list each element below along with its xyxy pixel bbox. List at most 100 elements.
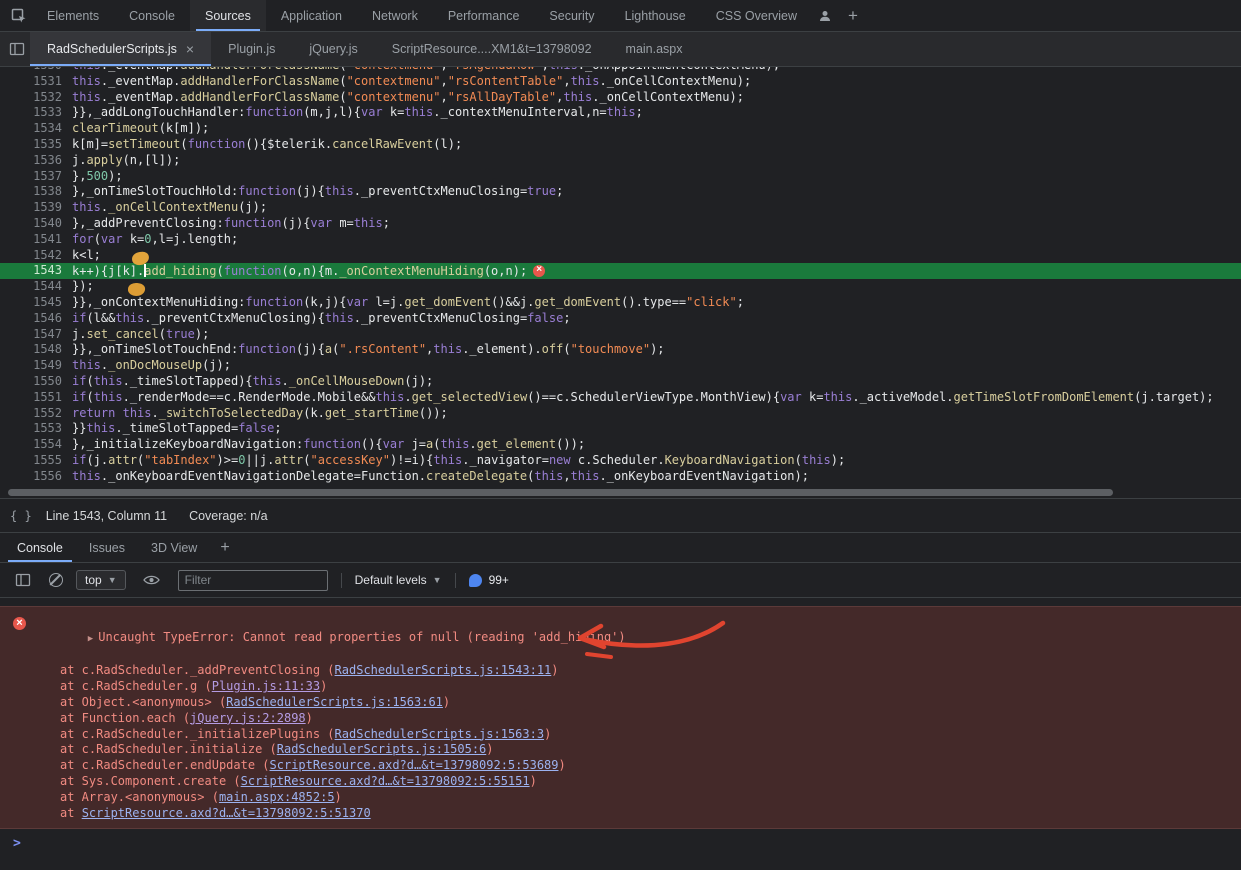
code-line[interactable]: 1543k++){j[k].add_hiding(function(o,n){m… (0, 263, 1241, 279)
error-marker-icon[interactable] (533, 265, 545, 277)
file-tab-scriptresource-xm1-t-13798092[interactable]: ScriptResource....XM1&t=13798092 (375, 32, 609, 66)
inspect-icon[interactable] (6, 0, 32, 31)
line-number[interactable]: 1541 (0, 232, 72, 248)
code-line[interactable]: 1549this._onDocMouseUp(j); (0, 358, 1241, 374)
line-number[interactable]: 1549 (0, 358, 72, 374)
file-tab-radschedulerscripts-js[interactable]: RadSchedulerScripts.js× (30, 32, 211, 66)
main-tab-console[interactable]: Console (114, 0, 190, 31)
line-number[interactable]: 1556 (0, 469, 72, 485)
code-line[interactable]: 1533}},_addLongTouchHandler:function(m,j… (0, 105, 1241, 121)
code-line[interactable]: 1532this._eventMap.addHandlerForClassNam… (0, 90, 1241, 106)
code-line[interactable]: 1540},_addPreventClosing:function(j){var… (0, 216, 1241, 232)
issues-icon[interactable] (469, 574, 482, 587)
line-number[interactable]: 1553 (0, 421, 72, 437)
code-line[interactable]: 1530this._eventMap.addHandlerForClassNam… (0, 67, 1241, 74)
source-location-link[interactable]: RadSchedulerScripts.js:1543:11 (335, 663, 552, 677)
close-icon[interactable]: × (186, 42, 194, 56)
line-number[interactable]: 1550 (0, 374, 72, 390)
filter-input[interactable] (178, 570, 328, 591)
main-tab-sources[interactable]: Sources (190, 0, 266, 31)
main-tab-elements[interactable]: Elements (32, 0, 114, 31)
line-number[interactable]: 1540 (0, 216, 72, 232)
source-location-link[interactable]: jQuery.js:2:2898 (190, 711, 306, 725)
code-line[interactable]: 1537},500); (0, 169, 1241, 185)
line-number[interactable]: 1534 (0, 121, 72, 137)
clear-console-icon[interactable] (49, 573, 63, 587)
code-line[interactable]: 1535k[m]=setTimeout(function(){$telerik.… (0, 137, 1241, 153)
source-location-link[interactable]: ScriptResource.axd?d…&t=13798092:5:51370 (82, 806, 371, 820)
code-line[interactable]: 1539this._onCellContextMenu(j); (0, 200, 1241, 216)
code-editor[interactable]: 1530this._eventMap.addHandlerForClassNam… (0, 67, 1241, 487)
source-location-link[interactable]: RadSchedulerScripts.js:1563:61 (226, 695, 443, 709)
disclosure-triangle-icon[interactable]: ▶ (88, 634, 93, 644)
code-line[interactable]: 1555if(j.attr("tabIndex")>=0||j.attr("ac… (0, 453, 1241, 469)
main-tab-security[interactable]: Security (534, 0, 609, 31)
main-tab-css-overview[interactable]: CSS Overview (701, 0, 812, 31)
code-line[interactable]: 1536j.apply(n,[l]); (0, 153, 1241, 169)
file-tab-plugin-js[interactable]: Plugin.js (211, 32, 292, 66)
code-line[interactable]: 1552return this._switchToSelectedDay(k.g… (0, 406, 1241, 422)
user-icon[interactable] (812, 0, 838, 31)
horizontal-scrollbar[interactable] (0, 487, 1241, 498)
issues-count[interactable]: 99+ (489, 573, 509, 587)
drawer-tab-issues[interactable]: Issues (76, 533, 138, 562)
code-line[interactable]: 1546if(l&&this._preventCtxMenuClosing){t… (0, 311, 1241, 327)
log-levels-dropdown[interactable]: Default levels ▼ (355, 573, 442, 587)
line-number[interactable]: 1548 (0, 342, 72, 358)
live-expression-icon[interactable] (139, 574, 165, 586)
console-error-message[interactable]: ▶Uncaught TypeError: Cannot read propert… (0, 606, 1241, 829)
code-line[interactable]: 1554},_initializeKeyboardNavigation:func… (0, 437, 1241, 453)
line-number[interactable]: 1542 (0, 248, 72, 264)
line-number[interactable]: 1539 (0, 200, 72, 216)
source-location-link[interactable]: Plugin.js:11:33 (212, 679, 320, 693)
context-selector[interactable]: top ▼ (76, 570, 126, 590)
line-number[interactable]: 1555 (0, 453, 72, 469)
line-number[interactable]: 1537 (0, 169, 72, 185)
scrollbar-thumb[interactable] (8, 489, 1113, 496)
line-number[interactable]: 1536 (0, 153, 72, 169)
more-panels-button[interactable]: + (838, 0, 868, 31)
line-number[interactable]: 1538 (0, 184, 72, 200)
line-number[interactable]: 1554 (0, 437, 72, 453)
file-tab-main-aspx[interactable]: main.aspx (609, 32, 700, 66)
navigator-panel-icon[interactable] (4, 32, 30, 66)
line-number[interactable]: 1544 (0, 279, 72, 295)
line-number[interactable]: 1545 (0, 295, 72, 311)
code-line[interactable]: 1553}}this._timeSlotTapped=false; (0, 421, 1241, 437)
console-sidebar-icon[interactable] (10, 572, 36, 588)
source-location-link[interactable]: ScriptResource.axd?d…&t=13798092:5:53689 (270, 758, 559, 772)
code-line[interactable]: 1551if(this._renderMode==c.RenderMode.Mo… (0, 390, 1241, 406)
code-line[interactable]: 1541for(var k=0,l=j.length; (0, 232, 1241, 248)
line-number[interactable]: 1533 (0, 105, 72, 121)
code-line[interactable]: 1538},_onTimeSlotTouchHold:function(j){t… (0, 184, 1241, 200)
line-number[interactable]: 1546 (0, 311, 72, 327)
code-line[interactable]: 1545}},_onContextMenuHiding:function(k,j… (0, 295, 1241, 311)
code-line[interactable]: 1550if(this._timeSlotTapped){this._onCel… (0, 374, 1241, 390)
pretty-print-button[interactable]: { } (10, 509, 32, 523)
line-number[interactable]: 1532 (0, 90, 72, 106)
file-tab-jquery-js[interactable]: jQuery.js (292, 32, 374, 66)
code-line[interactable]: 1548}},_onTimeSlotTouchEnd:function(j){a… (0, 342, 1241, 358)
source-location-link[interactable]: RadSchedulerScripts.js:1563:3 (335, 727, 545, 741)
drawer-tab-3d-view[interactable]: 3D View (138, 533, 210, 562)
source-location-link[interactable]: RadSchedulerScripts.js:1505:6 (277, 742, 487, 756)
code-line[interactable]: 1542k<l; (0, 248, 1241, 264)
main-tab-application[interactable]: Application (266, 0, 357, 31)
line-number[interactable]: 1552 (0, 406, 72, 422)
source-location-link[interactable]: ScriptResource.axd?d…&t=13798092:5:55151 (241, 774, 530, 788)
line-number[interactable]: 1551 (0, 390, 72, 406)
console-prompt[interactable]: > (0, 829, 1241, 851)
line-number[interactable]: 1535 (0, 137, 72, 153)
add-drawer-tab-button[interactable]: + (210, 533, 239, 562)
source-location-link[interactable]: main.aspx:4852:5 (219, 790, 335, 804)
code-line[interactable]: 1534clearTimeout(k[m]); (0, 121, 1241, 137)
main-tab-network[interactable]: Network (357, 0, 433, 31)
main-tab-performance[interactable]: Performance (433, 0, 535, 31)
line-number[interactable]: 1531 (0, 74, 72, 90)
drawer-tab-console[interactable]: Console (4, 533, 76, 562)
line-number[interactable]: 1530 (0, 67, 72, 74)
code-line[interactable]: 1547j.set_cancel(true); (0, 327, 1241, 343)
line-number[interactable]: 1543 (0, 263, 72, 279)
main-tab-lighthouse[interactable]: Lighthouse (610, 0, 701, 31)
line-number[interactable]: 1547 (0, 327, 72, 343)
